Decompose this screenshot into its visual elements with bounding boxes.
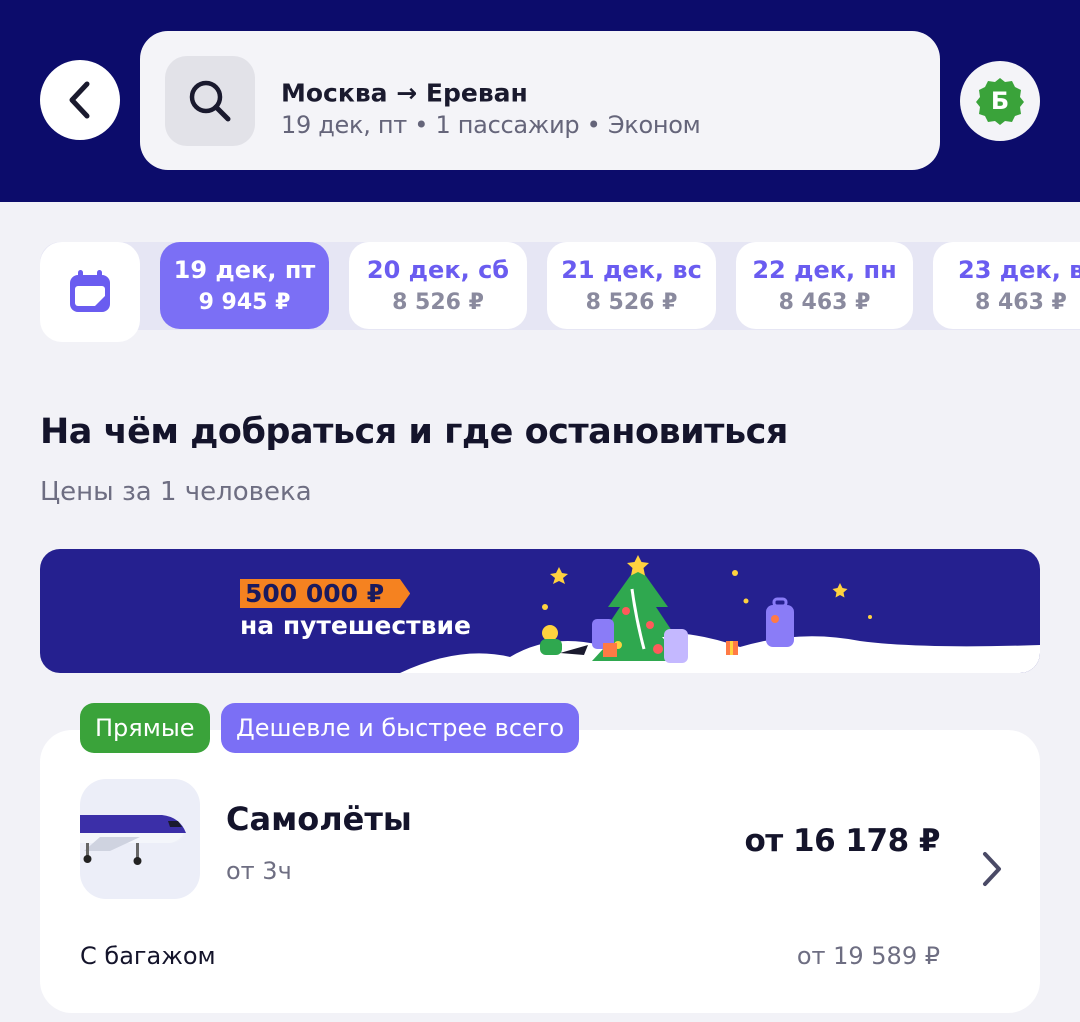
date-chip-19[interactable]: 19 дек, пт 9 945 ₽ xyxy=(160,242,329,329)
back-button[interactable] xyxy=(40,60,120,140)
transport-price: от 16 178 ₽ xyxy=(744,823,940,859)
date-chip-label: 23 дек, вт xyxy=(958,256,1080,284)
airplane-image xyxy=(80,779,200,899)
search-summary[interactable]: Москва → Ереван 19 дек, пт • 1 пассажир … xyxy=(140,31,940,170)
date-chip-22[interactable]: 22 дек, пн 8 463 ₽ xyxy=(736,242,913,329)
tag-cheapest-fastest: Дешевле и быстрее всего xyxy=(221,703,580,753)
baggage-label: С багажом xyxy=(80,942,216,970)
promo-text: на путешествие xyxy=(240,611,471,640)
profile-avatar[interactable]: Б xyxy=(960,61,1040,141)
date-chip-price: 8 463 ₽ xyxy=(778,290,871,315)
christmas-illustration xyxy=(400,555,1040,673)
search-icon-button[interactable] xyxy=(165,56,255,146)
search-icon xyxy=(189,80,231,122)
profile-badge-letter: Б xyxy=(990,87,1010,115)
date-chip-20[interactable]: 20 дек, сб 8 526 ₽ xyxy=(349,242,527,329)
tag-direct: Прямые xyxy=(80,703,210,753)
route-label: Москва → Ереван xyxy=(281,78,528,108)
date-chip-price: 8 526 ₽ xyxy=(585,290,678,315)
transport-title: Самолёты xyxy=(226,800,412,838)
date-chip-label: 22 дек, пн xyxy=(752,256,897,284)
date-chip-label: 21 дек, вс xyxy=(561,256,702,284)
date-chip-21[interactable]: 21 дек, вс 8 526 ₽ xyxy=(547,242,716,329)
date-chip-price: 9 945 ₽ xyxy=(198,290,291,315)
date-chip-label: 19 дек, пт xyxy=(173,256,316,284)
section-title: На чём добраться и где остановиться xyxy=(40,412,788,452)
chevron-right-icon[interactable] xyxy=(978,850,1006,888)
calendar-button[interactable] xyxy=(40,242,140,342)
search-details: 19 дек, пт • 1 пассажир • Эконом xyxy=(281,111,701,139)
date-chip-price: 8 463 ₽ xyxy=(975,290,1067,315)
promo-amount: 500 000 ₽ xyxy=(240,579,411,608)
profile-badge: Б xyxy=(975,76,1025,126)
baggage-price: от 19 589 ₽ xyxy=(796,942,940,970)
section-subtitle: Цены за 1 человека xyxy=(40,477,312,507)
date-chip-label: 20 дек, сб xyxy=(366,256,510,284)
promo-banner[interactable]: 500 000 ₽ на путешествие xyxy=(40,549,1040,673)
transport-duration: от 3ч xyxy=(226,857,292,885)
chevron-left-icon xyxy=(69,81,90,119)
calendar-icon xyxy=(70,270,110,312)
date-chip-23[interactable]: 23 дек, вт 8 463 ₽ xyxy=(933,242,1080,329)
date-chip-price: 8 526 ₽ xyxy=(392,290,484,315)
